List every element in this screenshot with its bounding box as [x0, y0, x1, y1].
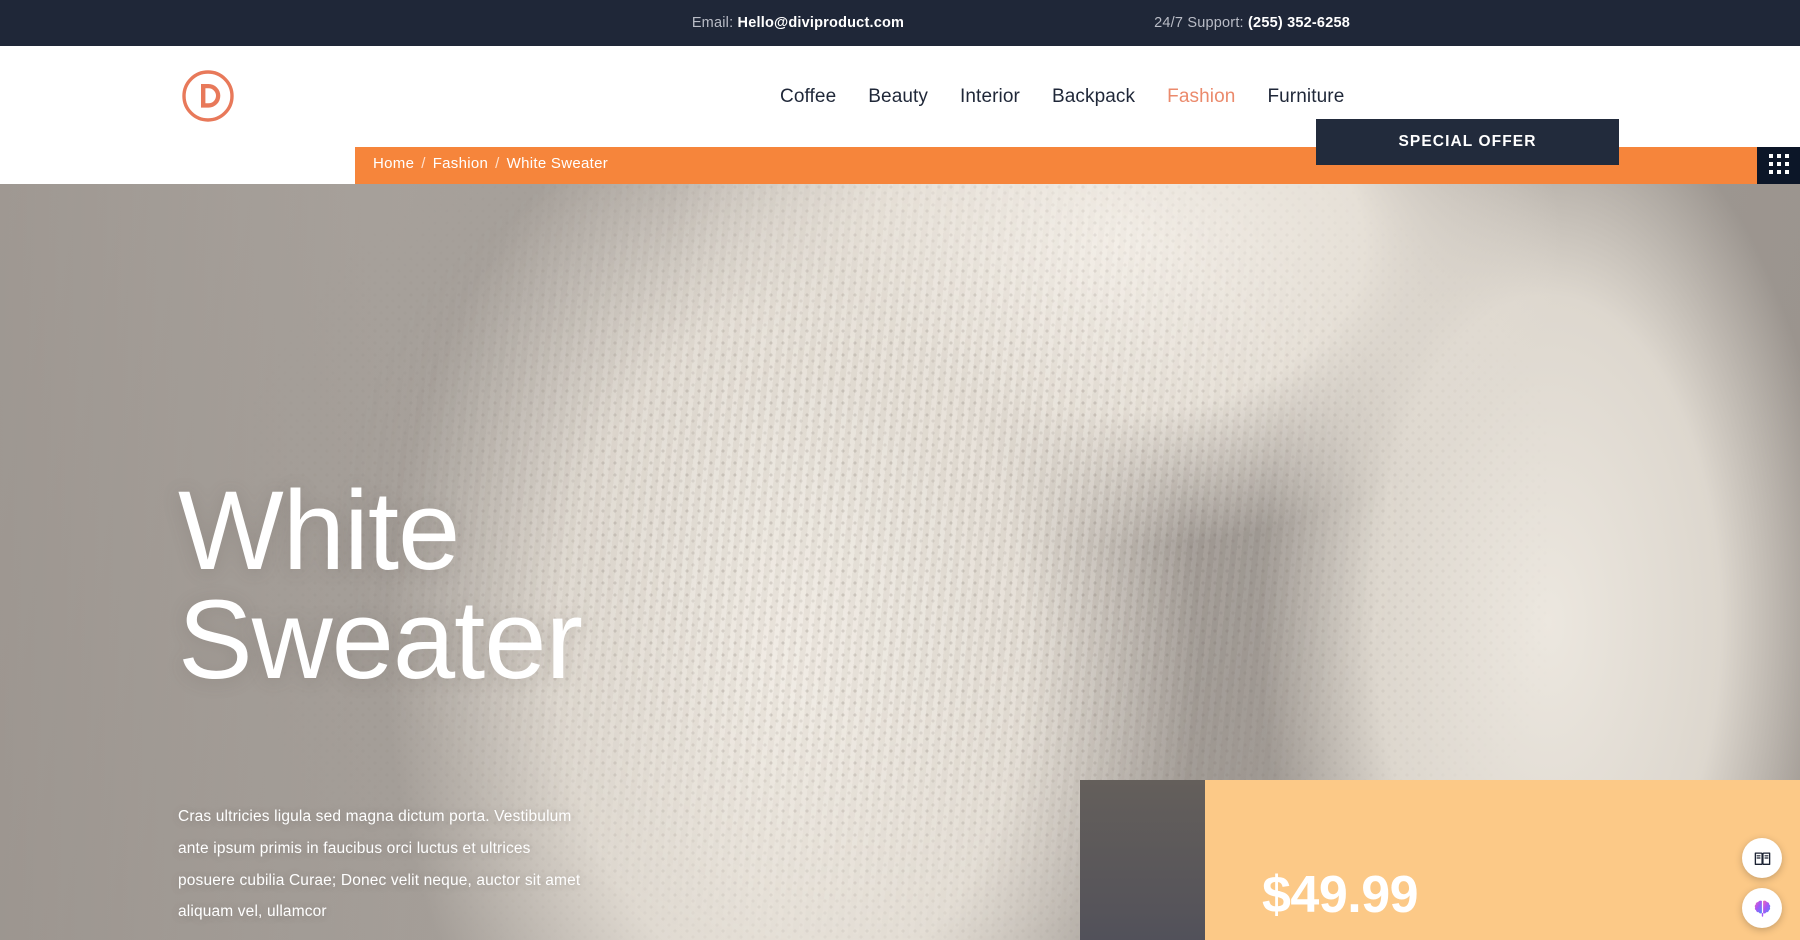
top-utility-bar: Email: Hello@diviproduct.com 24/7 Suppor…	[0, 0, 1800, 46]
nav-item-coffee[interactable]: Coffee	[780, 86, 836, 108]
grid-dots	[1768, 153, 1789, 174]
special-offer-button[interactable]: SPECIAL OFFER	[1316, 119, 1619, 165]
topbar-email-value[interactable]: Hello@diviproduct.com	[738, 15, 905, 31]
topbar-support-phone[interactable]: (255) 352-6258	[1248, 15, 1350, 31]
main-navigation: Coffee Beauty Interior Backpack Fashion …	[780, 46, 1344, 147]
product-price: $49.99	[1262, 866, 1419, 924]
page-title-line-1: White	[178, 468, 460, 593]
breadcrumb-category[interactable]: Fashion	[433, 155, 488, 172]
breadcrumb-separator-2: /	[495, 155, 500, 172]
breadcrumb-home[interactable]: Home	[373, 155, 414, 172]
nav-item-beauty[interactable]: Beauty	[868, 86, 928, 108]
breadcrumb: Home / Fashion / White Sweater	[373, 155, 608, 172]
card-accent-strip	[1080, 780, 1205, 940]
page-title-line-2: Sweater	[178, 576, 583, 702]
topbar-email: Email: Hello@diviproduct.com	[692, 15, 904, 31]
page-title: White Sweater	[178, 468, 583, 702]
topbar-email-label: Email:	[691, 15, 734, 31]
grid-3x3-icon[interactable]	[1757, 143, 1800, 184]
nav-item-furniture[interactable]: Furniture	[1267, 86, 1344, 108]
divi-logo-icon[interactable]	[178, 66, 238, 126]
hero-section: White Sweater Cras ultricies ligula sed …	[0, 184, 1800, 940]
nav-item-fashion[interactable]: Fashion	[1167, 86, 1235, 108]
nav-item-interior[interactable]: Interior	[960, 86, 1020, 108]
breadcrumb-current: White Sweater	[506, 155, 609, 172]
nav-item-backpack[interactable]: Backpack	[1052, 86, 1135, 108]
brain-icon[interactable]	[1742, 888, 1782, 928]
book-open-icon[interactable]	[1742, 838, 1782, 878]
product-description: Cras ultricies ligula sed magna dictum p…	[178, 808, 581, 921]
product-page: Email: Hello@diviproduct.com 24/7 Suppor…	[0, 0, 1800, 940]
breadcrumb-separator-1: /	[421, 155, 426, 172]
site-header: Coffee Beauty Interior Backpack Fashion …	[0, 46, 1800, 165]
purchase-card: $49.99 SIZE smallmediumlarge Clear ADD T…	[1205, 780, 1800, 940]
topbar-support-label: 24/7 Support:	[1154, 15, 1244, 31]
topbar-support: 24/7 Support: (255) 352-6258	[1154, 15, 1350, 31]
